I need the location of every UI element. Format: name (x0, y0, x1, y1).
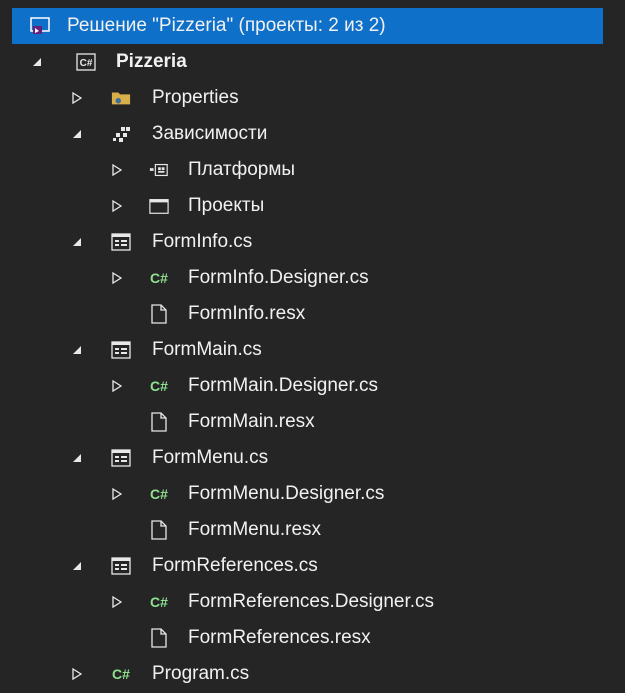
expanded-arrow-icon[interactable] (70, 235, 84, 249)
tree-item-forminfo[interactable]: FormInfo.cs (0, 224, 625, 260)
collapsed-arrow-icon[interactable] (110, 199, 124, 213)
item-label: FormInfo.resx (188, 303, 306, 324)
project-label: Pizzeria (116, 51, 187, 72)
solution-label: Решение "Pizzeria" (проекты: 2 из 2) (67, 15, 386, 36)
solution-explorer-tree: Решение "Pizzeria" (проекты: 2 из 2) C# … (0, 0, 625, 693)
form-icon (111, 556, 131, 576)
expanded-arrow-icon[interactable] (70, 127, 84, 141)
project-node[interactable]: C# Pizzeria (0, 44, 625, 80)
tree-item-formmenu-designer[interactable]: C# FormMenu.Designer.cs (0, 476, 625, 512)
tree-item-platforms[interactable]: Платформы (0, 152, 625, 188)
item-label: Program.cs (152, 663, 250, 684)
solution-node[interactable]: Решение "Pizzeria" (проекты: 2 из 2) (12, 8, 603, 44)
tree-item-formmenu[interactable]: FormMenu.cs (0, 440, 625, 476)
tree-item-formreferences[interactable]: FormReferences.cs (0, 548, 625, 584)
tree-item-formmain-resx[interactable]: FormMain.resx (0, 404, 625, 440)
expanded-arrow-icon[interactable] (70, 559, 84, 573)
collapsed-arrow-icon[interactable] (110, 487, 124, 501)
collapsed-arrow-icon[interactable] (110, 271, 124, 285)
item-label: FormInfo.cs (152, 231, 253, 252)
resx-file-icon (149, 412, 169, 432)
item-label: FormMain.resx (188, 411, 315, 432)
csharp-file-icon: C# (150, 270, 168, 286)
svg-text:C#: C# (80, 58, 93, 69)
expanded-arrow-icon[interactable] (70, 451, 84, 465)
collapsed-arrow-icon[interactable] (110, 595, 124, 609)
collapsed-arrow-icon[interactable] (110, 163, 124, 177)
csharp-file-icon: C# (150, 486, 168, 502)
tree-item-program[interactable]: C# Program.cs (0, 656, 625, 692)
item-label: FormMenu.Designer.cs (188, 483, 385, 504)
tree-item-formmain[interactable]: FormMain.cs (0, 332, 625, 368)
item-label: Платформы (188, 159, 296, 180)
tree-item-formmain-designer[interactable]: C# FormMain.Designer.cs (0, 368, 625, 404)
item-label: FormMenu.resx (188, 519, 322, 540)
item-label: Properties (152, 87, 239, 108)
form-icon (111, 340, 131, 360)
item-label: FormInfo.Designer.cs (188, 267, 369, 288)
form-icon (111, 232, 131, 252)
resx-file-icon (149, 304, 169, 324)
tree-item-formmenu-resx[interactable]: FormMenu.resx (0, 512, 625, 548)
tree-item-formreferences-resx[interactable]: FormReferences.resx (0, 620, 625, 656)
tree-item-projects[interactable]: Проекты (0, 188, 625, 224)
csharp-project-icon: C# (76, 52, 96, 72)
item-label: FormReferences.Designer.cs (188, 591, 435, 612)
expanded-arrow-icon[interactable] (30, 55, 44, 69)
collapsed-arrow-icon[interactable] (70, 667, 84, 681)
csharp-file-icon: C# (150, 378, 168, 394)
collapsed-arrow-icon[interactable] (70, 91, 84, 105)
tree-item-dependencies[interactable]: Зависимости (0, 116, 625, 152)
platforms-icon (149, 160, 169, 180)
solution-icon (30, 16, 50, 36)
tree-item-forminfo-resx[interactable]: FormInfo.resx (0, 296, 625, 332)
projects-icon (149, 196, 169, 216)
item-label: Проекты (188, 195, 265, 216)
csharp-file-icon: C# (150, 594, 168, 610)
dependencies-icon (111, 124, 131, 144)
properties-folder-icon (111, 88, 131, 108)
item-label: FormReferences.resx (188, 627, 371, 648)
item-label: Зависимости (152, 123, 268, 144)
collapsed-arrow-icon[interactable] (110, 379, 124, 393)
item-label: FormReferences.cs (152, 555, 318, 576)
resx-file-icon (149, 628, 169, 648)
tree-item-formreferences-designer[interactable]: C# FormReferences.Designer.cs (0, 584, 625, 620)
resx-file-icon (149, 520, 169, 540)
item-label: FormMenu.cs (152, 447, 269, 468)
expanded-arrow-icon[interactable] (70, 343, 84, 357)
tree-item-properties[interactable]: Properties (0, 80, 625, 116)
item-label: FormMain.cs (152, 339, 262, 360)
tree-item-forminfo-designer[interactable]: C# FormInfo.Designer.cs (0, 260, 625, 296)
csharp-file-icon: C# (112, 666, 130, 682)
form-icon (111, 448, 131, 468)
item-label: FormMain.Designer.cs (188, 375, 379, 396)
